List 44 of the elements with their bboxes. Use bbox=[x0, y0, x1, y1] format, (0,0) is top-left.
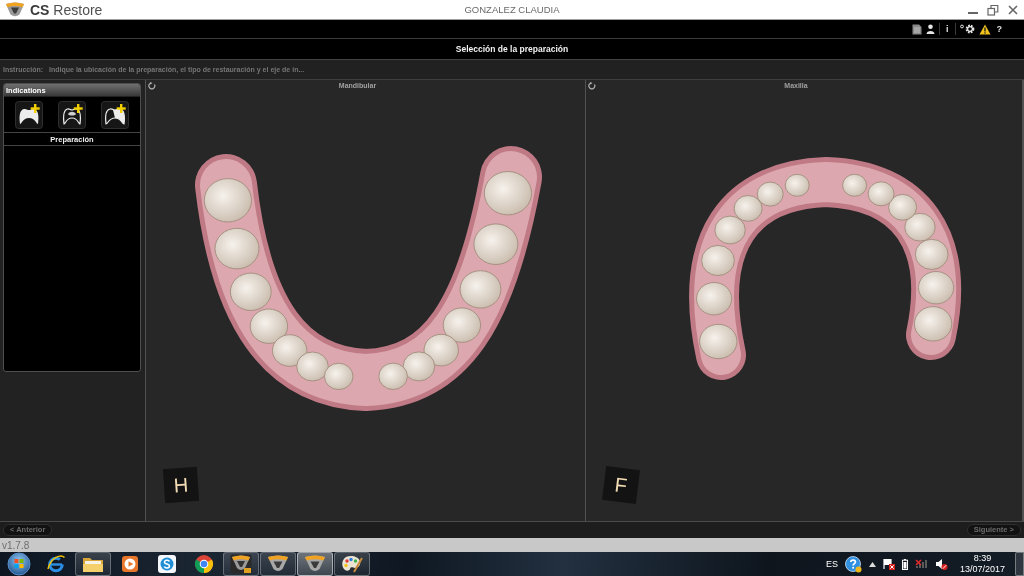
info-button[interactable]: i bbox=[944, 24, 951, 34]
taskbar-button[interactable] bbox=[260, 552, 296, 576]
folder-icon bbox=[82, 555, 104, 573]
clock-date: 13/07/2017 bbox=[959, 564, 1005, 575]
user-icon[interactable] bbox=[926, 24, 935, 34]
tooth-plus-icon[interactable] bbox=[100, 100, 129, 129]
show-desktop-button[interactable] bbox=[1015, 552, 1024, 576]
orientation-cube: H bbox=[162, 466, 200, 504]
taskbar-button[interactable] bbox=[297, 552, 333, 576]
clock-time: 8:39 bbox=[973, 553, 992, 564]
swirl-icon[interactable] bbox=[157, 554, 177, 574]
tooth-plus-icon[interactable] bbox=[58, 100, 86, 129]
flag-icon[interactable] bbox=[882, 558, 895, 570]
tooth-plus-icon[interactable] bbox=[15, 100, 44, 129]
network-icon[interactable] bbox=[914, 559, 928, 569]
taskbar-button[interactable] bbox=[75, 552, 111, 576]
help-icon[interactable] bbox=[844, 555, 862, 573]
restore-icon[interactable] bbox=[987, 3, 999, 16]
battery-icon[interactable] bbox=[901, 558, 908, 570]
help-button[interactable]: ? bbox=[994, 24, 1004, 34]
warning-icon[interactable] bbox=[978, 23, 991, 35]
taskbar-button[interactable] bbox=[334, 552, 370, 576]
version-label: v1.7.8 bbox=[2, 539, 30, 551]
language-indicator[interactable]: ES bbox=[825, 559, 838, 569]
caret-up-icon[interactable] bbox=[868, 561, 876, 567]
app-name: CS Restore bbox=[30, 1, 103, 18]
window-title: GONZALEZ CLAUDIA bbox=[464, 4, 560, 15]
close-icon[interactable] bbox=[1007, 3, 1019, 16]
taskbar-button[interactable] bbox=[223, 552, 259, 576]
speaker-icon[interactable] bbox=[934, 558, 948, 570]
shield-icon bbox=[304, 554, 326, 574]
palette-icon bbox=[341, 554, 363, 574]
orb-icon[interactable] bbox=[7, 552, 31, 576]
step-title: Selección de la preparación bbox=[455, 44, 569, 54]
shield-icon bbox=[267, 554, 289, 574]
orientation-cube: F bbox=[602, 466, 640, 504]
shield-icon bbox=[230, 554, 252, 574]
document-icon[interactable] bbox=[912, 23, 922, 35]
e-letter-icon[interactable] bbox=[46, 554, 66, 574]
gear-icon[interactable] bbox=[959, 24, 975, 34]
wheel-icon[interactable] bbox=[194, 554, 214, 574]
rotate-icon[interactable] bbox=[148, 81, 156, 90]
play-icon[interactable] bbox=[121, 555, 139, 573]
rotate-icon[interactable] bbox=[588, 81, 596, 90]
